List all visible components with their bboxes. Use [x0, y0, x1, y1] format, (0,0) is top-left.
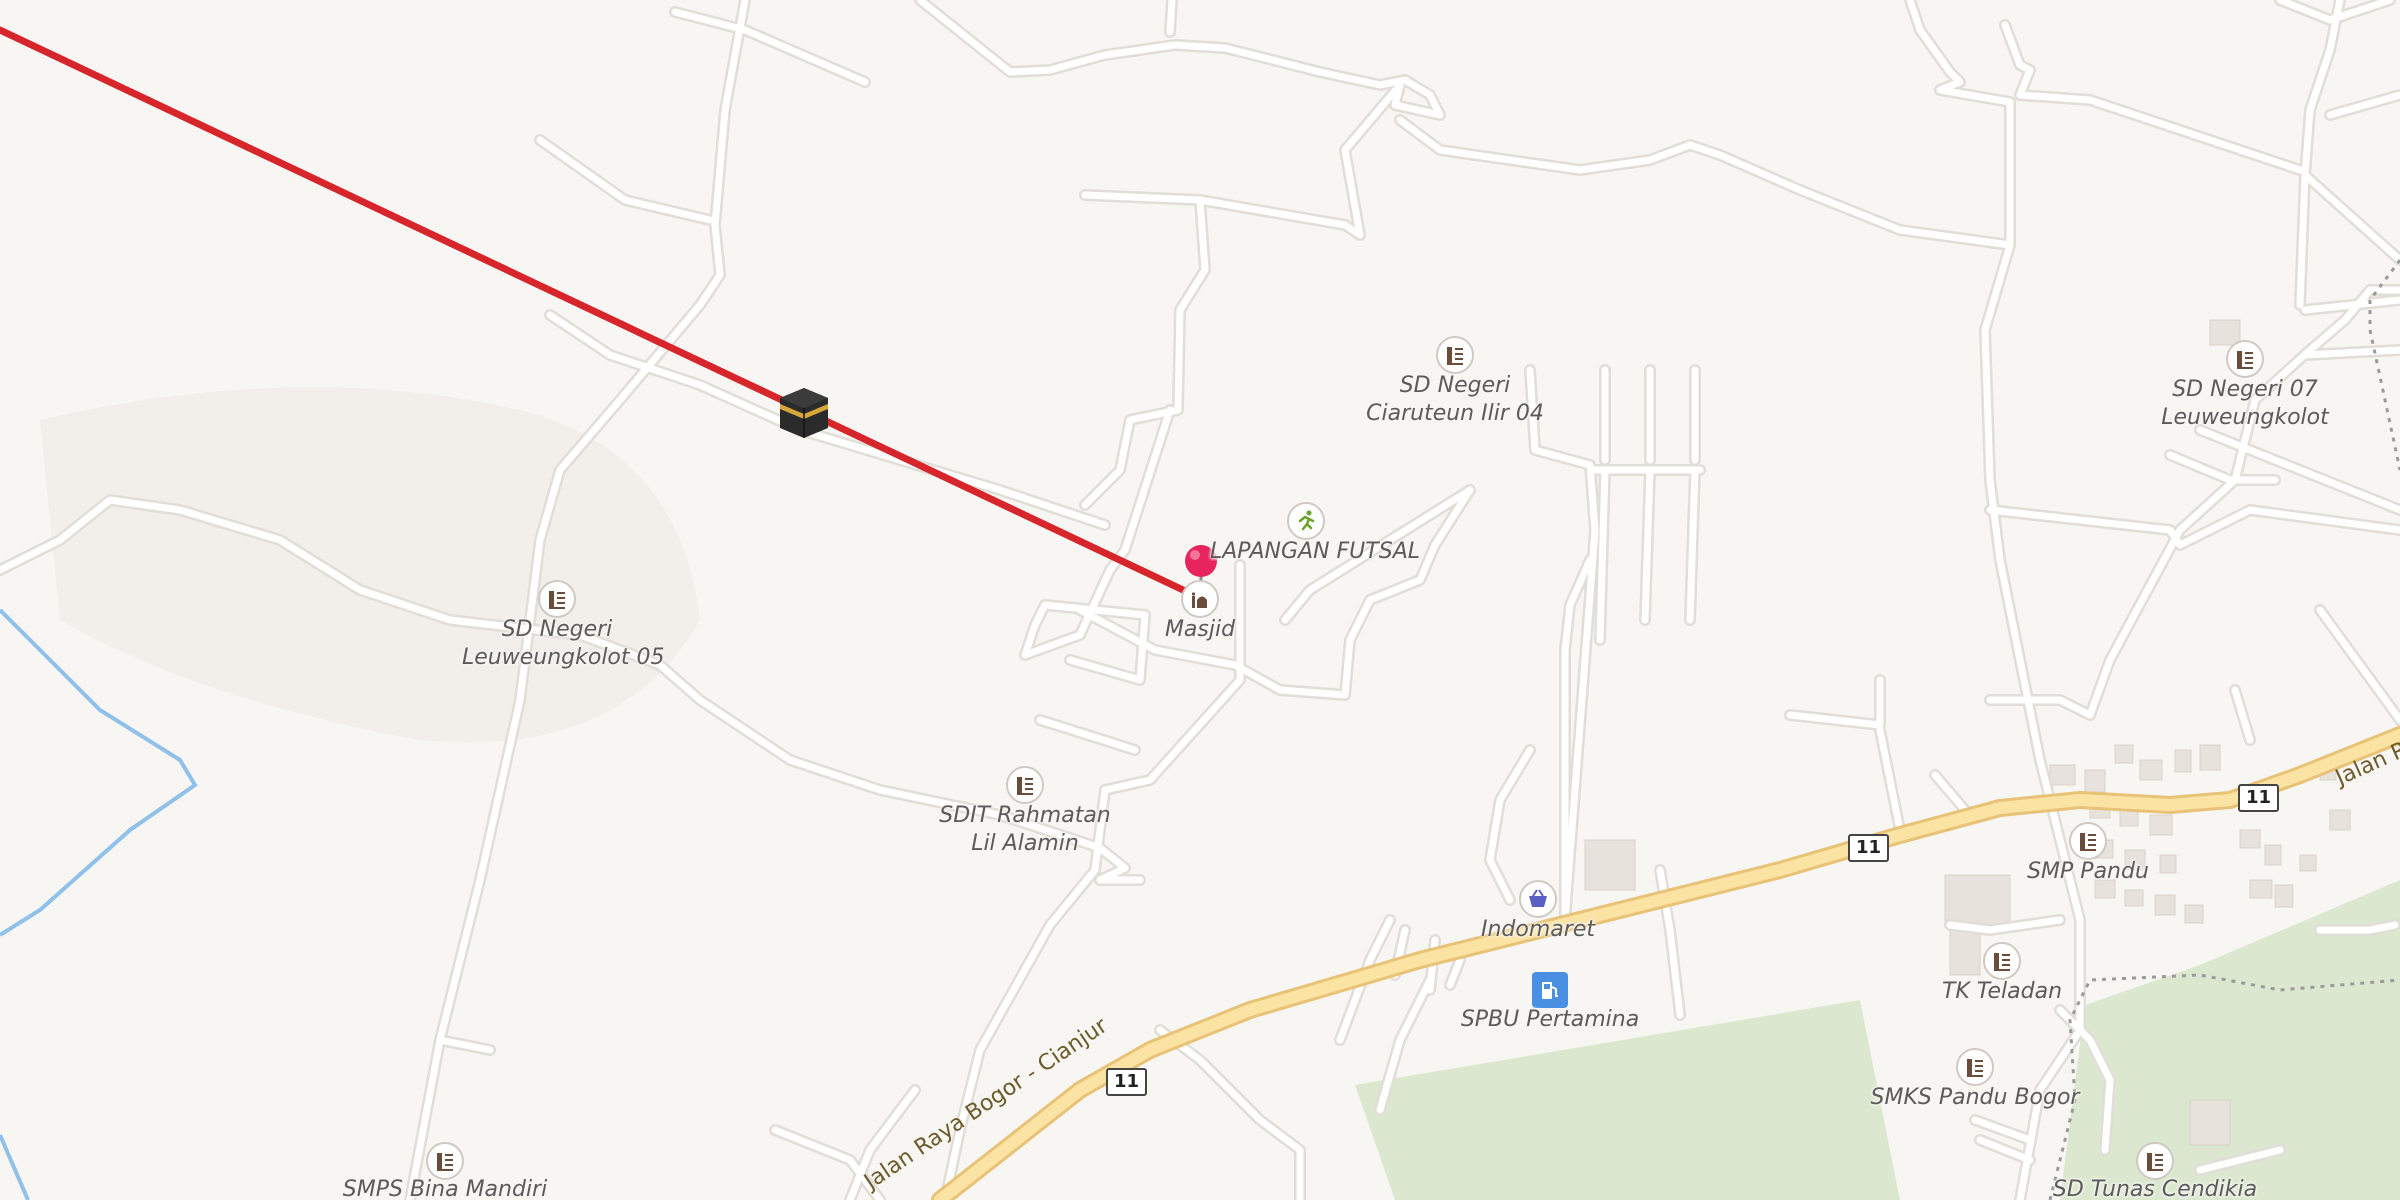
hill-shade — [40, 387, 700, 743]
stream-south — [0, 1134, 30, 1200]
poi-label-sdit-rahmatan-line2: Lil Alamin — [971, 831, 1079, 856]
school-icon — [538, 580, 576, 618]
school-icon — [2226, 340, 2264, 378]
poi-tk-teladan[interactable]: TK Teladan — [1934, 942, 2070, 1008]
poi-label-smps-bina-mandiri: SMPS Bina Mandiri — [342, 1177, 548, 1200]
mosque-icon — [1181, 580, 1219, 618]
school-icon — [1006, 766, 1044, 804]
road-shield-11: 11 — [2238, 784, 2280, 812]
kaaba-icon — [780, 388, 828, 438]
poi-spbu-pertamina[interactable]: SPBU Pertamina — [1440, 972, 1660, 1036]
school-icon — [1436, 336, 1474, 374]
poi-label-smp-pandu: SMP Pandu — [2027, 859, 2149, 884]
kaaba-marker[interactable] — [776, 384, 832, 440]
poi-sd-tunas-cendikia[interactable]: SD Tunas Cendikia — [2050, 1142, 2260, 1200]
poi-label-indomaret: Indomaret — [1481, 917, 1595, 942]
poi-lapangan-futsal[interactable]: LAPANGAN FUTSAL — [1210, 502, 1420, 568]
poi-label-tk-teladan: TK Teladan — [1941, 979, 2063, 1004]
poi-sd-07-leuweungkolot[interactable]: SD Negeri 07 Leuweungkolot — [2150, 340, 2340, 436]
poi-smks-pandu-bogor[interactable]: SMKS Pandu Bogor — [1870, 1048, 2080, 1114]
poi-label-sd-07-line2: Leuweungkolot — [2161, 405, 2329, 430]
poi-smp-pandu[interactable]: SMP Pandu — [2020, 822, 2156, 888]
poi-label-sd-ciaruteun-04-line2: Ciaruteun Ilir 04 — [1366, 401, 1544, 426]
poi-label-sd-leuweungkolot-05-line2: Leuweungkolot 05 — [462, 645, 665, 670]
poi-label-sdit-rahmatan-line1: SDIT Rahmatan — [939, 803, 1111, 828]
poi-label-lapangan-futsal: LAPANGAN FUTSAL — [1210, 539, 1420, 564]
poi-sdit-rahmatan[interactable]: SDIT Rahmatan Lil Alamin — [930, 766, 1120, 862]
poi-label-sd-tunas-cendikia: SD Tunas Cendikia — [2052, 1177, 2258, 1200]
poi-label-masjid: Masjid — [1164, 617, 1236, 642]
school-icon — [2069, 822, 2107, 860]
poi-masjid[interactable]: Masjid — [1160, 580, 1240, 646]
poi-label-sd-leuweungkolot-05-line1: SD Negeri — [501, 617, 613, 642]
map-canvas[interactable]: Masjid LAPANGAN FUTSAL SD Negeri Ciarute… — [0, 0, 2400, 1200]
poi-label-spbu: SPBU Pertamina — [1460, 1007, 1640, 1032]
poi-label-sd-07-line1: SD Negeri 07 — [2172, 377, 2318, 402]
road-shield-11: 11 — [1106, 1068, 1148, 1096]
school-icon — [1956, 1048, 1994, 1086]
poi-smps-bina-mandiri[interactable]: SMPS Bina Mandiri — [340, 1142, 550, 1200]
poi-sd-leuweungkolot-05[interactable]: SD Negeri Leuweungkolot 05 — [462, 580, 665, 676]
school-icon — [2136, 1142, 2174, 1180]
poi-label-sd-ciaruteun-04-line1: SD Negeri — [1399, 373, 1511, 398]
school-icon — [1983, 942, 2021, 980]
school-icon — [426, 1142, 464, 1180]
shopping-basket-icon — [1519, 880, 1557, 918]
running-icon — [1287, 502, 1325, 540]
poi-label-smks-pandu-bogor: SMKS Pandu Bogor — [1870, 1085, 2080, 1110]
poi-indomaret[interactable]: Indomaret — [1468, 880, 1608, 946]
fuel-pump-icon — [1532, 972, 1568, 1008]
poi-sd-ciaruteun-04[interactable]: SD Negeri Ciaruteun Ilir 04 — [1360, 336, 1550, 432]
road-shield-11: 11 — [1848, 834, 1890, 862]
